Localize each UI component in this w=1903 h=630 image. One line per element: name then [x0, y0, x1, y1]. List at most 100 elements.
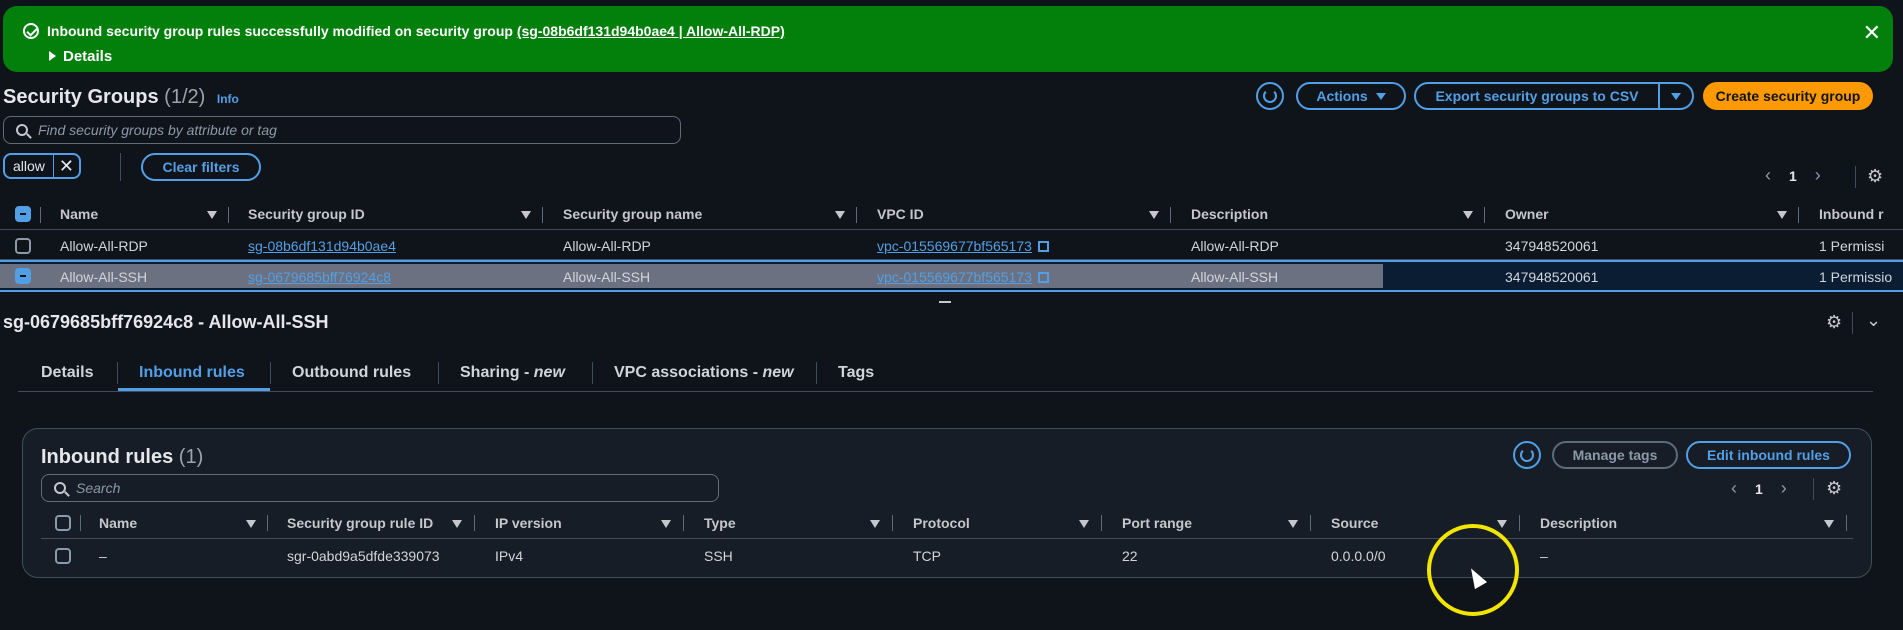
create-security-group-button[interactable]: Create security group: [1703, 82, 1873, 110]
export-dropdown-button[interactable]: [1658, 82, 1694, 110]
col-source[interactable]: Source: [1331, 515, 1378, 531]
col-inbound[interactable]: Inbound r: [1819, 206, 1884, 222]
tab-outbound-rules[interactable]: Outbound rules: [292, 364, 411, 382]
caret-down-icon: [1375, 92, 1386, 100]
gear-icon[interactable]: ⚙: [1826, 479, 1844, 497]
col-name[interactable]: Name: [99, 515, 137, 531]
sort-icon[interactable]: [1079, 520, 1089, 528]
divider: [1855, 166, 1856, 188]
cell-ip-version: IPv4: [495, 548, 524, 564]
tab-sharing[interactable]: Sharing - new: [460, 364, 565, 382]
tab-vpc-associations[interactable]: VPC associations - new: [614, 364, 794, 382]
col-description[interactable]: Description: [1191, 206, 1268, 222]
cell-description: Allow-All-RDP: [1191, 238, 1279, 254]
prev-page-icon[interactable]: ‹: [1765, 165, 1771, 186]
manage-tags-button[interactable]: Manage tags: [1552, 441, 1678, 469]
sort-icon[interactable]: [1149, 211, 1159, 219]
col-protocol[interactable]: Protocol: [913, 515, 970, 531]
select-all-checkbox[interactable]: [15, 206, 31, 222]
column-separator: [80, 515, 81, 531]
row-checkbox[interactable]: [55, 548, 71, 564]
row-checkbox[interactable]: [15, 238, 31, 254]
edit-inbound-rules-button[interactable]: Edit inbound rules: [1686, 441, 1851, 469]
prev-page-icon[interactable]: ‹: [1731, 478, 1737, 499]
refresh-icon[interactable]: [1513, 441, 1541, 469]
divider: [18, 391, 1873, 392]
select-all-checkbox[interactable]: [55, 515, 71, 531]
search-icon: [54, 482, 66, 494]
tab-divider: [117, 362, 118, 384]
sort-icon[interactable]: [1777, 211, 1787, 219]
sort-icon[interactable]: [661, 520, 671, 528]
col-sgname[interactable]: Security group name: [563, 206, 702, 222]
cell-name: Allow-All-SSH: [60, 269, 148, 285]
col-vpc[interactable]: VPC ID: [877, 206, 924, 222]
col-rule-id[interactable]: Security group rule ID: [287, 515, 433, 531]
security-group-id-link[interactable]: sg-0679685bff76924c8: [248, 269, 391, 285]
sort-icon[interactable]: [1497, 520, 1507, 528]
cell-sgname: Allow-All-SSH: [563, 269, 651, 285]
col-name[interactable]: Name: [60, 206, 98, 222]
column-separator: [1798, 207, 1799, 223]
sort-icon[interactable]: [835, 211, 845, 219]
search-icon: [16, 124, 28, 136]
column-separator: [1484, 207, 1485, 223]
inbound-search-input[interactable]: Search: [41, 474, 719, 502]
security-group-id-link[interactable]: sg-08b6df131d94b0ae4: [248, 238, 396, 254]
cell-rule-id: sgr-0abd9a5dfde339073: [287, 548, 440, 564]
sort-icon[interactable]: [207, 211, 217, 219]
refresh-icon[interactable]: [1256, 82, 1284, 110]
column-separator: [683, 515, 684, 531]
col-port-range[interactable]: Port range: [1122, 515, 1192, 531]
row-checkbox[interactable]: [15, 268, 31, 284]
cell-owner: 347948520061: [1505, 269, 1599, 285]
column-separator: [542, 207, 543, 223]
flash-security-group-link[interactable]: (sg-08b6df131d94b0ae4 | Allow-All-RDP): [517, 23, 785, 39]
tab-divider: [592, 362, 593, 384]
next-page-icon[interactable]: ›: [1781, 478, 1787, 499]
sort-icon[interactable]: [1463, 211, 1473, 219]
divider: [1852, 312, 1853, 334]
vpc-id-link[interactable]: vpc-015569677bf565173: [877, 269, 1049, 285]
remove-filter-icon[interactable]: ✕: [52, 155, 79, 177]
col-sgid[interactable]: Security group ID: [248, 206, 365, 222]
caret-down-icon: [1671, 92, 1681, 100]
sort-icon[interactable]: [521, 211, 531, 219]
col-ip-version[interactable]: IP version: [495, 515, 562, 531]
vpc-id-link[interactable]: vpc-015569677bf565173: [877, 238, 1049, 254]
cell-name: Allow-All-RDP: [60, 238, 148, 254]
cell-name: –: [99, 548, 107, 564]
col-owner[interactable]: Owner: [1505, 206, 1549, 222]
external-link-icon: [1037, 272, 1049, 283]
sort-icon[interactable]: [246, 520, 256, 528]
col-description[interactable]: Description: [1540, 515, 1617, 531]
gear-icon[interactable]: ⚙: [1826, 313, 1844, 331]
filter-token[interactable]: allow ✕: [3, 153, 81, 179]
info-link[interactable]: Info: [217, 92, 239, 106]
export-csv-button[interactable]: Export security groups to CSV: [1414, 82, 1660, 110]
resize-handle[interactable]: [939, 301, 951, 303]
actions-button[interactable]: Actions: [1296, 82, 1406, 110]
next-page-icon[interactable]: ›: [1815, 165, 1821, 186]
close-icon[interactable]: ✕: [1863, 20, 1881, 46]
tab-inbound-rules[interactable]: Inbound rules: [139, 364, 245, 382]
tab-details[interactable]: Details: [41, 364, 93, 382]
sort-icon[interactable]: [870, 520, 880, 528]
col-type[interactable]: Type: [704, 515, 736, 531]
gear-icon[interactable]: ⚙: [1867, 167, 1885, 185]
flash-details-toggle[interactable]: Details: [49, 48, 112, 65]
tab-divider: [816, 362, 817, 384]
security-group-search-input[interactable]: Find security groups by attribute or tag: [3, 116, 681, 144]
collapse-chevron-icon[interactable]: ⌄: [1866, 310, 1881, 331]
clear-filters-button[interactable]: Clear filters: [141, 153, 261, 181]
page-number[interactable]: 1: [1789, 168, 1797, 184]
sort-icon[interactable]: [1824, 520, 1834, 528]
sort-icon[interactable]: [1288, 520, 1298, 528]
tab-tags[interactable]: Tags: [838, 364, 874, 382]
cell-description: –: [1540, 548, 1548, 564]
sort-icon[interactable]: [452, 520, 462, 528]
inbound-rules-title: Inbound rules (1): [41, 446, 204, 468]
column-separator: [892, 515, 893, 531]
cell-inbound: 1 Permissio: [1819, 269, 1893, 285]
page-number[interactable]: 1: [1755, 481, 1763, 497]
